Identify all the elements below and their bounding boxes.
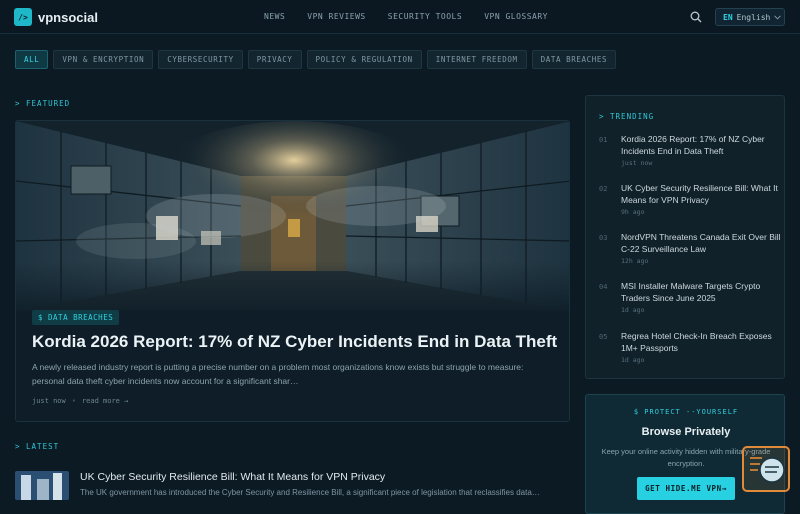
latest-article-excerpt: The UK government has introduced the Cyb… <box>80 488 540 497</box>
trending-time: 12h ago <box>621 257 649 265</box>
language-code: EN <box>723 12 733 22</box>
filter-privacy[interactable]: PRIVACY <box>247 50 302 69</box>
filter-vpn-encryption[interactable]: VPN & ENCRYPTION <box>53 50 154 69</box>
trending-rank: 01 <box>599 136 608 144</box>
promo-title: Browse Privately <box>641 426 731 438</box>
trending-rank: 03 <box>599 234 608 242</box>
main-nav: NEWS VPN REVIEWS SECURITY TOOLS VPN GLOS… <box>264 12 548 21</box>
latest-article-thumbnail[interactable] <box>15 471 69 500</box>
logo-icon: /> <box>14 8 32 26</box>
meta-separator: • <box>71 397 76 405</box>
featured-article-meta: just now • read more → <box>32 397 128 405</box>
trending-title[interactable]: Regrea Hotel Check-In Breach Exposes 1M+… <box>621 331 781 354</box>
trending-time: 9h ago <box>621 208 645 216</box>
filter-data-breaches[interactable]: DATA BREACHES <box>531 50 617 69</box>
brand-name: vpnsocial <box>38 9 98 25</box>
trending-title[interactable]: NordVPN Threatens Canada Exit Over Bill … <box>621 232 781 255</box>
floating-chat-widget[interactable] <box>742 446 790 492</box>
nav-security-tools[interactable]: SECURITY TOOLS <box>388 12 462 21</box>
get-vpn-button[interactable]: GET HIDE.ME VPN→ <box>637 477 735 500</box>
search-icon[interactable] <box>690 11 702 23</box>
featured-section-label: > FEATURED <box>15 99 71 108</box>
latest-article-title[interactable]: UK Cyber Security Resilience Bill: What … <box>80 471 385 483</box>
read-more-link[interactable]: read more → <box>82 397 128 405</box>
category-tag[interactable]: $ DATA BREACHES <box>32 310 120 325</box>
nav-vpn-glossary[interactable]: VPN GLOSSARY <box>484 12 548 21</box>
trending-time: 1d ago <box>621 306 645 314</box>
featured-article-title[interactable]: Kordia 2026 Report: 17% of NZ Cyber Inci… <box>32 332 557 352</box>
trending-rank: 02 <box>599 185 608 193</box>
language-selector[interactable]: EN English <box>715 8 785 26</box>
promo-kicker: $ PROTECT --YOURSELF <box>633 408 739 416</box>
category-filter-bar: ALL VPN & ENCRYPTION CYBERSECURITY PRIVA… <box>15 50 617 69</box>
language-name: English <box>736 12 771 22</box>
filter-internet-freedom[interactable]: INTERNET FREEDOM <box>426 50 527 69</box>
filter-all[interactable]: ALL <box>15 50 49 69</box>
article-timestamp: just now <box>32 397 66 405</box>
trending-rank: 04 <box>599 283 608 291</box>
brand-logo[interactable]: /> vpnsocial <box>14 8 98 26</box>
top-navbar: /> vpnsocial NEWS VPN REVIEWS SECURITY T… <box>0 0 800 34</box>
trending-rank: 05 <box>599 333 608 341</box>
trending-time: just now <box>621 159 653 167</box>
trending-title[interactable]: MSI Installer Malware Targets Crypto Tra… <box>621 281 781 304</box>
filter-policy-regulation[interactable]: POLICY & REGULATION <box>306 50 422 69</box>
nav-vpn-reviews[interactable]: VPN REVIEWS <box>307 12 365 21</box>
featured-article-card[interactable]: $ DATA BREACHES Kordia 2026 Report: 17% … <box>15 120 570 422</box>
chat-list-icon <box>750 457 785 483</box>
trending-time: 1d ago <box>621 356 645 364</box>
trending-title[interactable]: Kordia 2026 Report: 17% of NZ Cyber Inci… <box>621 134 781 157</box>
trending-title[interactable]: UK Cyber Security Resilience Bill: What … <box>621 183 781 206</box>
chevron-down-icon <box>774 14 782 20</box>
latest-section-label: > LATEST <box>15 442 60 451</box>
featured-article-excerpt: A newly released industry report is putt… <box>32 362 524 386</box>
trending-panel: > TRENDING 01 Kordia 2026 Report: 17% of… <box>585 95 785 379</box>
nav-news[interactable]: NEWS <box>264 12 285 21</box>
filter-cybersecurity[interactable]: CYBERSECURITY <box>158 50 243 69</box>
trending-label: > TRENDING <box>599 112 655 121</box>
